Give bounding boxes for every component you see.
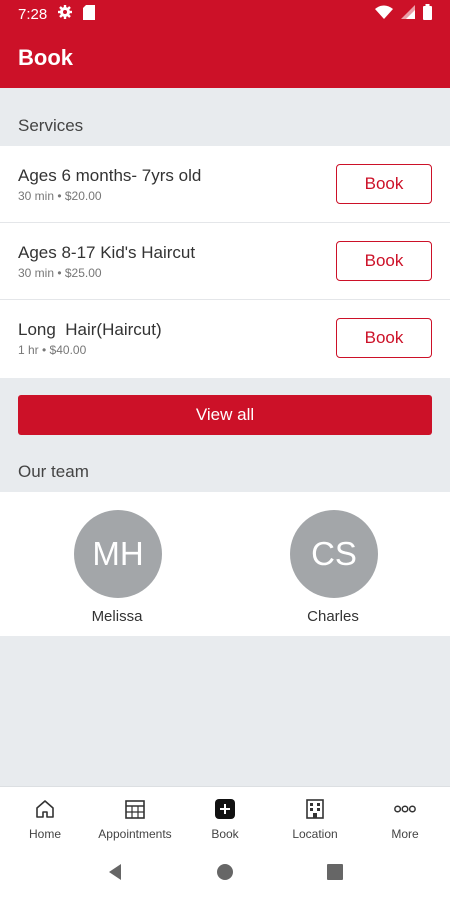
team-member-charles[interactable]: CS Charles — [225, 492, 441, 636]
book-service-button[interactable]: Book — [336, 318, 432, 358]
settings-icon — [57, 4, 73, 24]
system-nav-bar — [0, 848, 450, 900]
nav-label: Home — [28, 827, 61, 841]
nav-label: Location — [292, 827, 338, 841]
wifi-icon — [375, 5, 393, 23]
service-item: Long Hair(Haircut) 1 hr • $40.00 Book — [0, 300, 450, 378]
nav-item-location[interactable]: Location — [270, 787, 360, 848]
building-icon — [303, 797, 327, 821]
avatar[interactable]: CS — [290, 510, 378, 598]
calendar-icon — [123, 797, 147, 821]
signal-icon — [401, 5, 415, 23]
sd-card-icon — [83, 4, 96, 24]
team-member-name: Charles — [307, 608, 359, 625]
app-bar: Book — [0, 28, 450, 88]
book-service-button[interactable]: Book — [336, 164, 432, 204]
service-name: Ages 8-17 Kid's Haircut — [18, 243, 196, 262]
team-list: MH Melissa CS Charles — [0, 492, 450, 636]
status-time: 7:28 — [18, 5, 48, 23]
service-item: Ages 8-17 Kid's Haircut 30 min • $25.00 … — [0, 223, 450, 300]
page-title: Book — [18, 45, 73, 70]
bottom-nav: Home Appointments Book Location More — [0, 786, 450, 848]
avatar[interactable]: MH — [74, 510, 162, 598]
services-list: Ages 6 months- 7yrs old 30 min • $20.00 … — [0, 146, 450, 378]
nav-label: Book — [211, 827, 239, 841]
nav-label: More — [391, 827, 419, 841]
recents-icon[interactable] — [326, 863, 344, 886]
team-member-name: Melissa — [91, 608, 143, 625]
service-duration-price: 30 min • $25.00 — [18, 266, 102, 280]
service-name: Long Hair(Haircut) — [18, 320, 162, 339]
battery-icon — [423, 4, 432, 24]
nav-item-more[interactable]: More — [360, 787, 450, 848]
home-circle-icon[interactable] — [216, 863, 234, 886]
nav-item-home[interactable]: Home — [0, 787, 90, 848]
back-icon[interactable] — [106, 863, 124, 886]
service-name: Ages 6 months- 7yrs old — [18, 166, 202, 185]
services-section-label: Services — [18, 116, 84, 135]
nav-item-appointments[interactable]: Appointments — [90, 787, 180, 848]
service-item: Ages 6 months- 7yrs old 30 min • $20.00 … — [0, 146, 450, 223]
more-icon — [393, 797, 417, 821]
book-service-button[interactable]: Book — [336, 241, 432, 281]
service-duration-price: 1 hr • $40.00 — [18, 343, 87, 357]
nav-item-book[interactable]: Book — [180, 787, 270, 848]
home-icon — [33, 797, 57, 821]
team-section-label: Our team — [18, 462, 89, 481]
nav-label: Appointments — [98, 827, 172, 841]
team-member-melissa[interactable]: MH Melissa — [9, 492, 225, 636]
plus-icon — [213, 797, 237, 821]
view-all-button[interactable]: View all — [18, 395, 432, 435]
status-bar: 7:28 — [0, 0, 450, 28]
service-duration-price: 30 min • $20.00 — [18, 189, 102, 203]
